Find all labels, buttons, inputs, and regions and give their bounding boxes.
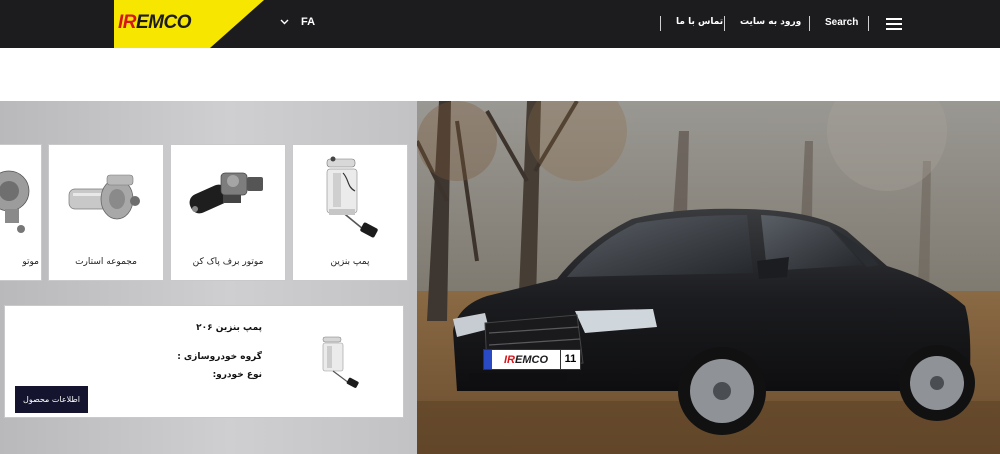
hero-image: IREMCO 11: [417, 101, 1000, 454]
starter-motor-image: [68, 174, 140, 220]
search-link[interactable]: Search: [825, 17, 858, 28]
nav-login-link[interactable]: ورود به سایت: [740, 17, 801, 27]
product-label: موتو: [22, 257, 39, 267]
iremco-logo[interactable]: IREMCO: [118, 12, 192, 34]
language-label: FA: [301, 16, 316, 28]
fuel-pump-image: [322, 336, 359, 388]
chevron-down-icon: [280, 19, 289, 25]
product-card[interactable]: پمپ بنزین: [292, 144, 408, 281]
product-card[interactable]: مجموعه استارت: [48, 144, 164, 281]
nav-divider: [660, 16, 661, 31]
motor-image: [0, 170, 30, 233]
plate-brand: IREMCO: [504, 353, 548, 366]
product-card[interactable]: موتو: [0, 144, 42, 281]
plate-number: 11: [560, 350, 580, 369]
car-photo: [417, 101, 1000, 454]
language-selector[interactable]: FA: [280, 16, 315, 28]
product-label: موتور برف پاک کن: [192, 257, 264, 267]
product-label: مجموعه استارت: [75, 257, 137, 267]
product-info-button[interactable]: اطلاعات محصول: [15, 386, 88, 413]
car-type-label: نوع خودرو:: [212, 370, 262, 380]
nav-divider: [868, 16, 869, 31]
product-panel: پمپ بنزین موتور برف پاک کن مجموعه استارت: [0, 101, 418, 454]
wiper-motor-image: [189, 172, 263, 214]
nav-divider: [809, 16, 810, 31]
license-plate: IREMCO 11: [483, 349, 581, 370]
product-detail-card: پمپ بنزین ۲۰۶ گروه خودروسازی : نوع خودرو…: [4, 305, 404, 418]
hamburger-menu-icon[interactable]: [886, 18, 904, 31]
fuel-pump-image: [326, 156, 378, 238]
nav-contact-link[interactable]: تماس با ما: [676, 17, 723, 27]
product-label: پمپ بنزین: [330, 257, 370, 267]
car-group-label: گروه خودروسازی :: [177, 352, 262, 362]
product-title: پمپ بنزین ۲۰۶: [196, 323, 262, 333]
product-card[interactable]: موتور برف پاک کن: [170, 144, 286, 281]
nav-divider: [724, 16, 725, 31]
